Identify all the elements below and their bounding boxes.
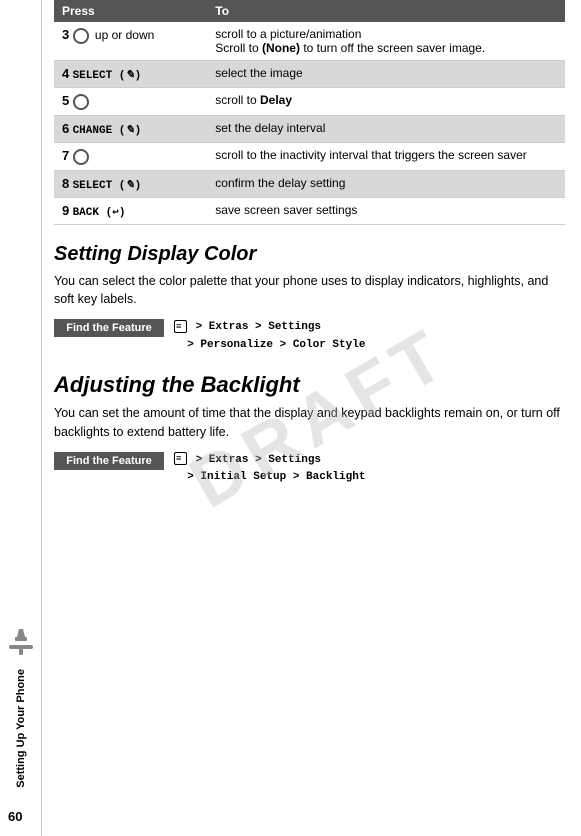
setting-display-color-body: You can select the color palette that yo… <box>54 272 565 310</box>
find-feature-backlight: Find the Feature > Extras > Settings > I… <box>54 452 565 487</box>
press-label: up or down <box>95 28 154 42</box>
to-column-header: To <box>207 0 565 22</box>
row-number: 5 <box>62 93 69 108</box>
setting-display-color-section: Setting Display Color You can select the… <box>54 243 565 355</box>
to-cell: scroll to Delay <box>207 88 565 116</box>
row-number: 4 <box>62 66 69 81</box>
row-number: 6 <box>62 121 69 136</box>
setting-display-color-heading: Setting Display Color <box>54 243 565 266</box>
instruction-table: Press To 3 up or down scroll to a pictur… <box>54 0 565 225</box>
find-feature-display-color: Find the Feature > Extras > Settings > P… <box>54 319 565 354</box>
adjusting-backlight-body: You can set the amount of time that the … <box>54 404 565 442</box>
table-row: 3 up or down scroll to a picture/animati… <box>54 22 565 61</box>
adjusting-backlight-section: Adjusting the Backlight You can set the … <box>54 372 565 487</box>
nav-key-icon <box>73 28 89 44</box>
adjusting-backlight-heading: Adjusting the Backlight <box>54 372 565 398</box>
menu-icon <box>174 452 187 465</box>
press-label: CHANGE (✎) <box>73 125 142 137</box>
sidebar-label: Setting Up Your Phone <box>15 669 27 788</box>
table-row: 7 scroll to the inactivity interval that… <box>54 142 565 170</box>
find-feature-path-backlight: > Extras > Settings > Initial Setup > Ba… <box>174 452 365 487</box>
table-row: 5 scroll to Delay <box>54 88 565 116</box>
find-feature-path-display: > Extras > Settings > Personalize > Colo… <box>174 319 365 354</box>
row-number: 9 <box>62 203 69 218</box>
row-number: 8 <box>62 176 69 191</box>
page-number: 60 <box>8 809 22 824</box>
to-cell: confirm the delay setting <box>207 170 565 197</box>
nav-key-icon <box>73 149 89 165</box>
row-number: 7 <box>62 148 69 163</box>
find-feature-label-display: Find the Feature <box>54 319 164 337</box>
to-cell: set the delay interval <box>207 115 565 142</box>
table-row: 4 SELECT (✎) select the image <box>54 61 565 88</box>
find-feature-label-backlight: Find the Feature <box>54 452 164 470</box>
press-label: SELECT (✎) <box>73 180 142 192</box>
press-label: SELECT (✎) <box>73 70 142 82</box>
to-cell: select the image <box>207 61 565 88</box>
tools-icon <box>5 625 37 657</box>
sidebar: Setting Up Your Phone <box>0 0 42 836</box>
menu-icon <box>174 320 187 333</box>
nav-key-icon <box>73 94 89 110</box>
to-cell: scroll to the inactivity interval that t… <box>207 142 565 170</box>
to-cell: save screen saver settings <box>207 197 565 224</box>
table-row: 6 CHANGE (✎) set the delay interval <box>54 115 565 142</box>
press-column-header: Press <box>54 0 207 22</box>
table-row: 8 SELECT (✎) confirm the delay setting <box>54 170 565 197</box>
main-content: Press To 3 up or down scroll to a pictur… <box>42 0 581 836</box>
to-cell: scroll to a picture/animation Scroll to … <box>207 22 565 61</box>
table-row: 9 BACK (↩) save screen saver settings <box>54 197 565 224</box>
press-label: BACK (↩) <box>73 207 126 219</box>
row-number: 3 <box>62 27 69 42</box>
